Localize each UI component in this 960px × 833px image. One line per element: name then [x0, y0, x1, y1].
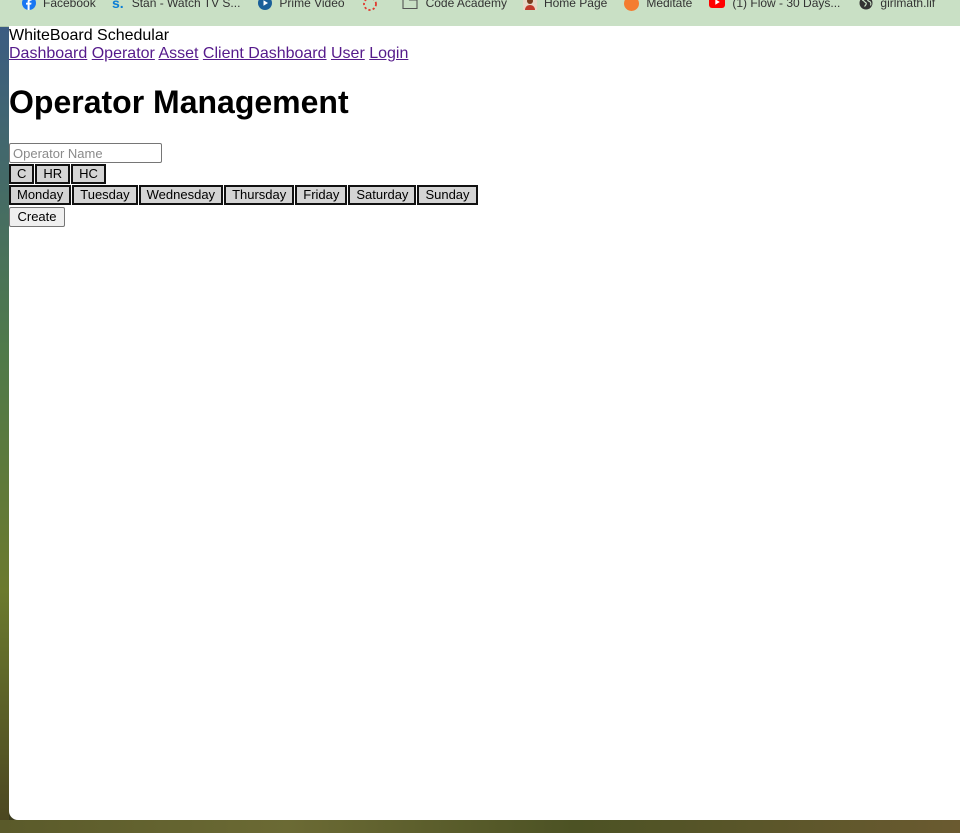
- bookmark-home-page[interactable]: Home Page: [522, 0, 608, 12]
- bookmark-label: Stan - Watch TV S...: [131, 0, 241, 10]
- bookmark-label: girlmath.lif: [880, 0, 936, 10]
- desktop-wallpaper-bottom: [0, 820, 960, 833]
- operator-type-buttons: C HR HC: [9, 164, 107, 184]
- bookmark-label: Meditate: [646, 0, 693, 10]
- bookmark-spinner[interactable]: [362, 0, 377, 12]
- bookmark-label: Facebook: [43, 0, 96, 10]
- youtube-icon: [709, 0, 726, 10]
- bookmark-facebook[interactable]: Facebook: [22, 0, 96, 12]
- nav-link-asset[interactable]: Asset: [158, 45, 198, 62]
- app-title: WhiteBoard Schedular: [9, 27, 170, 44]
- bookmark-youtube-flow[interactable]: (1) Flow - 30 Days...: [709, 0, 840, 12]
- main-nav: Dashboard Operator Asset Client Dashboar…: [9, 45, 408, 63]
- day-button-wednesday[interactable]: Wednesday: [138, 185, 224, 205]
- loading-spinner-icon: [362, 0, 377, 11]
- bookmark-prime-video[interactable]: Prime Video: [258, 0, 345, 12]
- day-button-sunday[interactable]: Sunday: [417, 185, 478, 205]
- profile-image-icon: [522, 0, 537, 10]
- day-buttons: Monday Tuesday Wednesday Thursday Friday…: [9, 185, 479, 205]
- create-button[interactable]: Create: [9, 207, 65, 227]
- stan-icon: s.: [111, 0, 125, 11]
- prime-video-icon: [258, 0, 273, 10]
- meditate-icon: [624, 0, 640, 11]
- type-button-hr[interactable]: HR: [35, 164, 71, 184]
- bookmark-label: Code Academy: [425, 0, 507, 10]
- bookmark-label: Prime Video: [279, 0, 345, 10]
- day-button-monday[interactable]: Monday: [9, 185, 72, 205]
- operator-name-input[interactable]: [9, 143, 162, 163]
- day-button-tuesday[interactable]: Tuesday: [72, 185, 138, 205]
- bookmark-girlmath[interactable]: girlmath.lif: [859, 0, 935, 12]
- page-title: Operator Management: [9, 84, 349, 120]
- facebook-icon: [22, 0, 36, 10]
- bookmark-label: (1) Flow - 30 Days...: [732, 0, 841, 10]
- nav-link-operator[interactable]: Operator: [92, 45, 155, 62]
- day-button-saturday[interactable]: Saturday: [348, 185, 417, 205]
- bookmark-stan[interactable]: s. Stan - Watch TV S...: [111, 0, 241, 12]
- type-button-hc[interactable]: HC: [71, 164, 106, 184]
- bookmark-folder-code-academy[interactable]: Code Academy: [402, 0, 507, 12]
- page-content: WhiteBoard Schedular Dashboard Operator …: [9, 26, 960, 820]
- nav-link-login[interactable]: Login: [369, 45, 408, 62]
- nav-link-user[interactable]: User: [331, 45, 365, 62]
- desktop-wallpaper: [0, 26, 9, 833]
- nav-link-client-dashboard[interactable]: Client Dashboard: [203, 45, 327, 62]
- svg-text:s.: s.: [112, 0, 124, 10]
- bookmark-meditate[interactable]: Meditate: [624, 0, 692, 12]
- nav-link-dashboard[interactable]: Dashboard: [9, 45, 87, 62]
- type-button-c[interactable]: C: [9, 164, 35, 184]
- day-button-thursday[interactable]: Thursday: [224, 185, 295, 205]
- bookmarks-bar: Facebook s. Stan - Watch TV S... Prime V…: [0, 0, 960, 27]
- day-button-friday[interactable]: Friday: [295, 185, 348, 205]
- globe-icon: [859, 0, 873, 10]
- folder-icon: [402, 0, 418, 10]
- bookmark-label: Home Page: [543, 0, 608, 10]
